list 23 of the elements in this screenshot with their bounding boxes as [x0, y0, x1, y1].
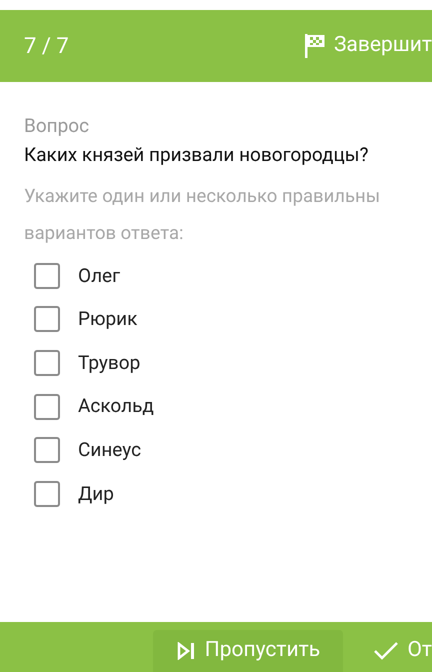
answer-option: Аскольд	[78, 392, 154, 421]
skip-icon	[176, 642, 197, 660]
answer-option: Рюрик	[78, 305, 138, 334]
checkered-flag-icon	[304, 33, 326, 59]
answer-hint: Укажите один или несколько правильны	[24, 184, 382, 209]
answer-option: Олег	[78, 262, 120, 290]
check-icon	[373, 641, 400, 661]
answer-hint: вариантов ответа:	[24, 221, 185, 246]
answer-checkbox[interactable]	[34, 437, 60, 464]
question-label: Вопрос	[24, 113, 90, 139]
answer-option: Синеус	[78, 436, 142, 464]
progress-counter: 7 / 7	[24, 32, 69, 60]
answer-option: Дир	[78, 480, 114, 508]
skip-button[interactable]: Пропустить	[153, 630, 344, 672]
answer-checkbox[interactable]	[34, 394, 60, 420]
answer-checkbox[interactable]	[34, 350, 60, 376]
question-text: Каких князей призвали новогородцы?	[24, 142, 370, 168]
answer-checkbox[interactable]	[34, 306, 60, 332]
answer-checkbox[interactable]	[34, 480, 60, 507]
answer-checkbox[interactable]	[34, 262, 60, 289]
answer-button[interactable]: От	[343, 630, 432, 672]
finish-button[interactable]: Завершит	[304, 30, 432, 62]
answer-option: Трувор	[78, 348, 140, 378]
